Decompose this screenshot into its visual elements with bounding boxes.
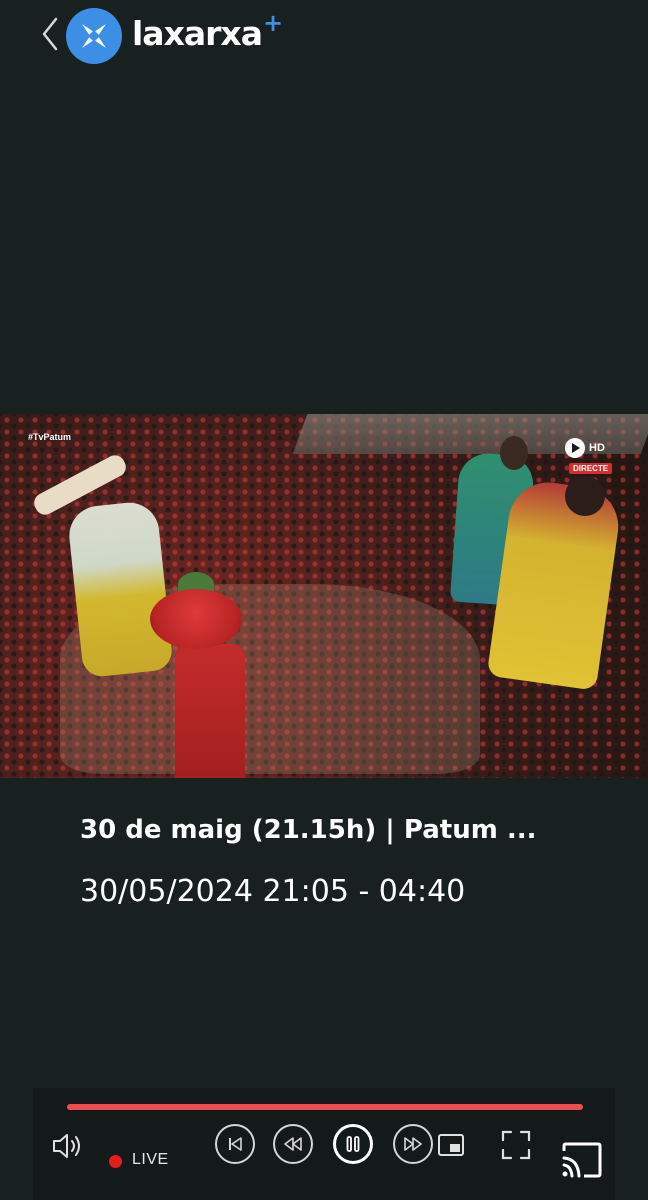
chevron-left-icon	[42, 17, 58, 51]
giant-left	[66, 499, 174, 679]
app-header: laxarxa+	[0, 0, 648, 70]
star-x-logo-icon	[82, 24, 106, 48]
giant-right-head	[565, 476, 605, 516]
fast-forward-icon	[404, 1137, 422, 1151]
laxarxa-logo-text: laxarxa+	[132, 9, 283, 59]
pause-button[interactable]	[333, 1124, 373, 1164]
fullscreen-icon	[501, 1130, 531, 1160]
program-title: 30 de maig (21.15h) | Patum ...	[80, 815, 537, 845]
progress-fill	[67, 1104, 583, 1110]
fast-forward-button[interactable]	[393, 1124, 433, 1164]
player-controls: LIVE	[33, 1088, 615, 1200]
skip-previous-button[interactable]	[215, 1124, 255, 1164]
rewind-button[interactable]	[273, 1124, 313, 1164]
fullscreen-button[interactable]	[499, 1128, 533, 1162]
pause-icon	[346, 1136, 360, 1152]
hd-label: HD	[589, 442, 605, 454]
video-player[interactable]: #TvPatum HD DIRECTE	[0, 414, 648, 778]
program-time-range: 30/05/2024 21:05 - 04:40	[80, 874, 466, 909]
volume-button[interactable]	[49, 1128, 85, 1164]
directe-badge: DIRECTE	[569, 463, 613, 474]
live-indicator-dot	[109, 1155, 122, 1168]
cast-icon	[562, 1142, 602, 1178]
picture-in-picture-icon	[438, 1134, 464, 1156]
rewind-icon	[284, 1137, 302, 1151]
picture-in-picture-button[interactable]	[435, 1131, 467, 1159]
speaker-icon	[53, 1134, 80, 1158]
skip-previous-icon	[229, 1137, 242, 1151]
logo-plus: +	[262, 9, 283, 37]
cast-button[interactable]	[559, 1140, 605, 1180]
laxarxa-logo-mark	[66, 8, 122, 64]
giant-teal-head	[500, 436, 528, 470]
play-triangle	[572, 443, 580, 453]
giant-red-hat	[150, 589, 242, 649]
progress-bar[interactable]	[67, 1104, 583, 1110]
video-hashtag: #TvPatum	[28, 432, 72, 442]
giant-red-body	[175, 644, 245, 778]
logo-wordmark: laxarxa	[132, 14, 263, 53]
play-circle-icon	[565, 438, 585, 458]
live-label: LIVE	[132, 1151, 169, 1168]
back-button[interactable]	[36, 14, 64, 54]
